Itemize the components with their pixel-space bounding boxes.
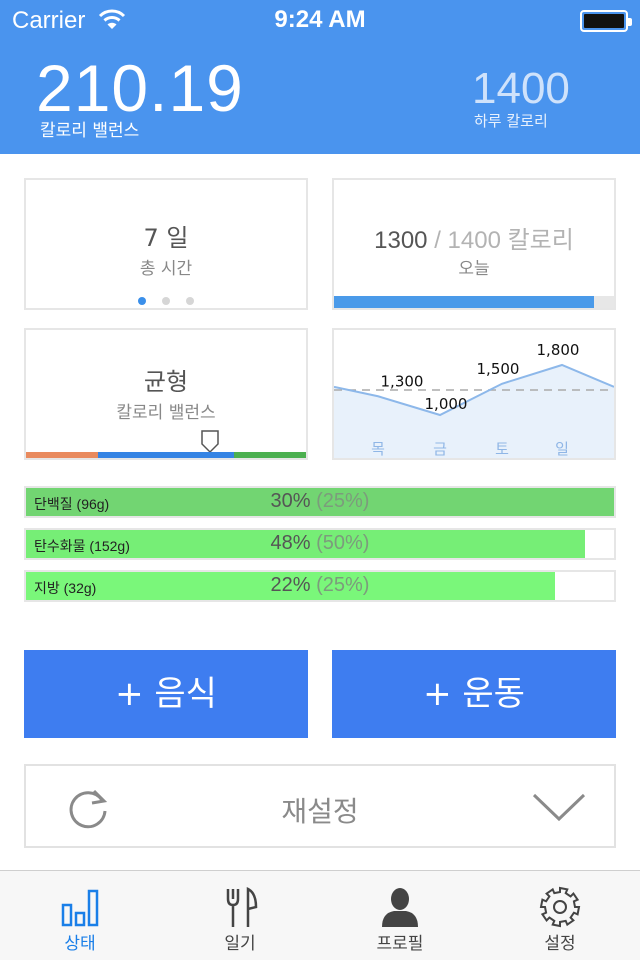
calorie-balance-value: 210.19 <box>36 51 244 125</box>
days-value: 7 일 <box>143 224 189 252</box>
today-progress-bar <box>334 296 614 308</box>
calorie-balance-label: 칼로리 밸런스 <box>40 121 140 141</box>
days-label: 총 시간 <box>139 259 193 279</box>
today-separator: / <box>434 227 441 254</box>
macro-actual: 30% <box>270 490 311 512</box>
weekly-chart-card[interactable]: 1,300 목 1,000 금 1,500 토 1,800 일 <box>332 328 616 460</box>
page-dot[interactable] <box>138 297 146 305</box>
chart-category-label: 금 <box>433 440 447 458</box>
balance-title: 균형 <box>143 368 189 396</box>
tab-diary[interactable]: 일기 <box>160 871 320 961</box>
chart-category-label: 일 <box>555 440 569 458</box>
page-indicator[interactable] <box>26 290 306 309</box>
chevron-down-icon[interactable] <box>532 792 586 822</box>
status-time: 9:24 AM <box>274 6 366 33</box>
weekly-calorie-chart: 1,300 목 1,000 금 1,500 토 1,800 일 <box>333 341 615 458</box>
today-goal: 1400 칼로리 <box>447 227 574 254</box>
macro-actual: 22% <box>270 574 311 596</box>
add-exercise-button[interactable]: + 운동 <box>332 650 616 738</box>
chart-data-label: 1,500 <box>477 360 520 378</box>
daily-calorie-value: 1400 <box>472 64 570 113</box>
summary-header: Carrier 9:24 AM 210.19 칼로리 밸런스 1400 하루 칼… <box>0 0 640 154</box>
macro-goal: (50%) <box>316 532 370 554</box>
macro-actual: 48% <box>270 532 311 554</box>
chart-data-label: 1,300 <box>381 372 424 390</box>
tab-status[interactable]: 상태 <box>0 871 160 961</box>
chart-category-label: 토 <box>495 440 509 458</box>
page-dot[interactable] <box>186 297 194 305</box>
chart-bars-icon <box>61 889 99 927</box>
tab-label: 프로필 <box>376 934 424 954</box>
today-card[interactable]: 1300 / 1400 칼로리 오늘 <box>332 178 616 310</box>
balance-subtitle: 칼로리 밸런스 <box>116 403 216 423</box>
today-calories: 1300 / 1400 칼로리 <box>334 220 614 255</box>
macro-goal: (25%) <box>316 490 370 512</box>
reset-button[interactable]: 재설정 <box>24 764 616 848</box>
today-progress-fill <box>334 296 595 308</box>
page-dot[interactable] <box>162 297 170 305</box>
chart-data-label: 1,000 <box>425 395 468 413</box>
tab-label: 상태 <box>64 934 96 954</box>
daily-calorie-label: 하루 칼로리 <box>474 112 548 130</box>
macro-percent: 48% (50%) <box>26 532 614 555</box>
days-card[interactable]: 7 일 총 시간 <box>24 178 308 310</box>
balance-card[interactable]: 균형 칼로리 밸런스 <box>24 328 308 460</box>
macro-row-carbs: 탄수화물 (152g) 48% (50%) <box>24 528 616 560</box>
macro-row-protein: 단백질 (96g) 30% (25%) <box>24 486 616 518</box>
tab-label: 설정 <box>544 934 576 954</box>
tab-profile[interactable]: 프로필 <box>320 871 480 961</box>
tab-label: 일기 <box>224 934 256 954</box>
battery-icon <box>580 10 632 32</box>
add-food-button[interactable]: + 음식 <box>24 650 308 738</box>
balance-segment <box>26 452 98 458</box>
today-label: 오늘 <box>458 259 490 279</box>
macro-row-fat: 지방 (32g) 22% (25%) <box>24 570 616 602</box>
gear-icon <box>539 886 581 928</box>
chart-data-label: 1,800 <box>537 341 580 359</box>
macro-percent: 30% (25%) <box>26 490 614 513</box>
balance-segment <box>98 452 234 458</box>
person-icon <box>382 888 418 927</box>
balance-scale-bar <box>26 452 306 458</box>
macro-percent: 22% (25%) <box>26 574 614 597</box>
fork-knife-icon <box>226 886 258 927</box>
tab-settings[interactable]: 설정 <box>480 871 640 961</box>
balance-marker-icon <box>201 430 219 454</box>
tab-bar: 상태 일기 프로필 설정 <box>0 870 640 960</box>
status-bar: Carrier 9:24 AM <box>0 0 640 40</box>
balance-segment <box>234 452 306 458</box>
reset-label: 재설정 <box>281 795 359 828</box>
today-consumed: 1300 <box>374 227 428 254</box>
macro-goal: (25%) <box>316 574 370 596</box>
chart-category-label: 목 <box>371 440 385 458</box>
